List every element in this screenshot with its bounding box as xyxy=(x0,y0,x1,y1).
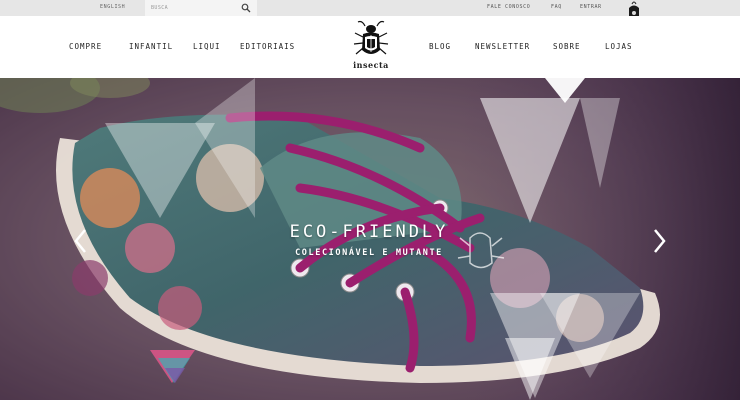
chevron-left-icon[interactable] xyxy=(70,226,90,256)
lace-pattern-right xyxy=(690,16,740,78)
login-link[interactable]: ENTRAR xyxy=(580,4,602,10)
brand-logo[interactable]: insecta xyxy=(350,20,392,74)
hero-subtitle: COLECIONÁVEL E MUTANTE xyxy=(295,248,443,258)
nav-blog[interactable]: BLOG xyxy=(429,42,451,51)
hero-title: ECO-FRIENDLY xyxy=(289,222,449,242)
contact-link[interactable]: FALE CONOSCO xyxy=(487,4,530,10)
nav-newsletter[interactable]: NEWSLETTER xyxy=(475,42,530,51)
language-switch[interactable]: ENGLISH xyxy=(100,4,125,10)
nav-infantil[interactable]: INFANTIL xyxy=(129,42,173,51)
main-nav: COMPRE INFANTIL LIQUI EDITORIAIS insecta… xyxy=(0,16,740,78)
faq-link[interactable]: FAQ xyxy=(551,4,562,10)
search-icon[interactable] xyxy=(241,3,251,13)
hero-slider: ECO-FRIENDLY COLECIONÁVEL E MUTANTE xyxy=(0,78,740,400)
nav-liqui[interactable]: LIQUI xyxy=(193,42,221,51)
nav-editoriais[interactable]: EDITORIAIS xyxy=(240,42,295,51)
search-input[interactable] xyxy=(145,0,237,16)
nav-lojas[interactable]: LOJAS xyxy=(605,42,633,51)
nav-compre[interactable]: COMPRE xyxy=(69,42,102,51)
search-box xyxy=(145,0,257,16)
nav-sobre[interactable]: SOBRE xyxy=(553,42,581,51)
beetle-logo-icon xyxy=(353,20,389,55)
utility-bar: ENGLISH FALE CONOSCO FAQ ENTRAR xyxy=(0,0,740,20)
lace-pattern-left xyxy=(0,16,50,78)
logo-wordmark: insecta xyxy=(353,60,389,70)
chevron-right-icon[interactable] xyxy=(650,226,670,256)
